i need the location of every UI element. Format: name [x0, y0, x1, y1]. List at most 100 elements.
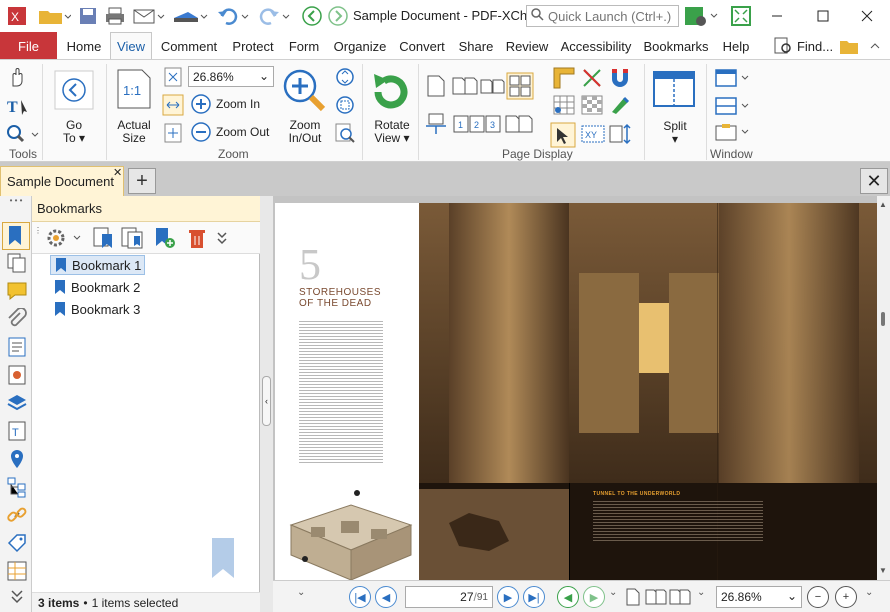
hand-tool-icon[interactable]	[6, 66, 28, 91]
fit-width-icon[interactable]	[162, 94, 184, 119]
loupe-icon[interactable]	[334, 122, 356, 147]
tab-home[interactable]: Home	[62, 32, 106, 60]
document-tab[interactable]: Sample Document	[0, 166, 124, 196]
tab-organize[interactable]: Organize	[332, 32, 388, 60]
go-to-icon[interactable]	[54, 70, 94, 113]
bookmark-item[interactable]: Bookmark 3	[50, 299, 143, 319]
marquee-zoom-icon[interactable]	[334, 94, 356, 119]
tile-windows-icon[interactable]	[714, 96, 752, 119]
split-pages-icon[interactable]	[504, 112, 534, 139]
links-panel-icon[interactable]	[6, 504, 28, 526]
measure-icon[interactable]	[608, 122, 634, 149]
fit-visible-icon[interactable]	[162, 122, 184, 147]
single-page-icon[interactable]	[426, 74, 446, 101]
forward-view-button[interactable]: ▶	[583, 586, 605, 608]
scroll-down-icon[interactable]: ▼	[879, 566, 887, 575]
coordinates-icon[interactable]: XY	[580, 122, 606, 149]
fullscreen-icon[interactable]	[728, 4, 754, 28]
fields-panel-icon[interactable]	[6, 560, 28, 582]
continuous-view-icon[interactable]	[669, 587, 691, 610]
page-numbers-icon[interactable]: 1 2 3	[452, 112, 502, 139]
magnet-icon[interactable]	[608, 66, 634, 93]
zoom-options-icon[interactable]: ⌄	[865, 587, 873, 598]
tab-bookmarks[interactable]: Bookmarks	[640, 32, 712, 60]
layers-panel-icon[interactable]	[6, 392, 28, 414]
minimize-button[interactable]	[754, 0, 800, 32]
thumbnails-panel-icon[interactable]	[6, 252, 28, 274]
back-view-button[interactable]: ◀	[557, 586, 579, 608]
tag-panel-icon[interactable]	[6, 532, 28, 554]
highlight-fields-icon[interactable]	[608, 94, 632, 119]
content-panel-icon[interactable]	[6, 336, 28, 358]
last-page-button[interactable]: ▶|	[523, 586, 545, 608]
more-options-icon[interactable]	[216, 230, 228, 249]
page-number-field[interactable]: 27 / 91	[405, 586, 493, 608]
collapse-panel-icon[interactable]: ‹	[262, 376, 271, 426]
tab-accessibility[interactable]: Accessibility	[558, 32, 634, 60]
multi-page-icon[interactable]	[506, 72, 534, 103]
facing-view-icon[interactable]	[645, 587, 667, 610]
view-options-icon[interactable]: ⌄	[697, 587, 705, 598]
maximize-button[interactable]	[800, 0, 846, 32]
zoom-in-out-button[interactable]: Zoom In/Out	[282, 119, 328, 145]
email-icon[interactable]	[130, 4, 168, 28]
zoom-dynamic-icon[interactable]	[334, 66, 356, 91]
next-page-button[interactable]: ▶	[497, 586, 519, 608]
zoom-tool-icon[interactable]	[6, 124, 40, 147]
split-button[interactable]: Split ▾	[654, 120, 696, 146]
fit-page-icon[interactable]	[162, 66, 184, 91]
save-icon[interactable]	[76, 4, 100, 28]
zoom-out-button[interactable]: Zoom Out	[190, 121, 269, 143]
split-view-icon[interactable]	[652, 70, 696, 113]
zoom-in-button[interactable]: Zoom In	[190, 93, 260, 115]
customize-toolbar-icon[interactable]	[682, 4, 722, 28]
tags-panel-icon[interactable]: T	[6, 420, 28, 442]
close-window-button[interactable]	[844, 0, 890, 32]
bookmark-options-icon[interactable]	[46, 226, 86, 253]
file-tab[interactable]: File	[0, 32, 57, 60]
vertical-scrollbar[interactable]: ▲ ▼	[877, 196, 890, 580]
grid-icon[interactable]	[552, 94, 576, 119]
two-pages-facing-icon[interactable]	[480, 74, 506, 101]
quick-launch-input[interactable]	[548, 8, 673, 24]
close-tab-icon[interactable]: ✕	[113, 166, 122, 179]
new-window-icon[interactable]	[714, 68, 752, 91]
scroll-up-icon[interactable]: ▲	[879, 200, 887, 209]
single-page-view-icon[interactable]	[625, 587, 641, 610]
tab-convert[interactable]: Convert	[396, 32, 448, 60]
add-child-bookmark-icon[interactable]	[120, 226, 146, 253]
forward-icon[interactable]	[326, 4, 350, 28]
structure-panel-icon[interactable]	[6, 476, 28, 498]
zoom-in-out-icon[interactable]	[282, 68, 330, 117]
attachments-panel-icon[interactable]	[6, 307, 28, 330]
print-icon[interactable]	[102, 4, 128, 28]
bookmarks-panel-icon[interactable]	[2, 222, 30, 250]
tab-form[interactable]: Form	[284, 32, 324, 60]
tab-review[interactable]: Review	[502, 32, 552, 60]
collapse-ribbon-icon[interactable]	[864, 32, 886, 60]
rotate-view-button[interactable]: Rotate View ▾	[370, 119, 414, 145]
continuous-icon[interactable]	[424, 112, 450, 139]
previous-page-button[interactable]: ◀	[375, 586, 397, 608]
two-pages-icon[interactable]	[452, 74, 478, 101]
new-bookmark-icon[interactable]	[152, 226, 178, 253]
actual-size-icon[interactable]: 1:1	[116, 68, 152, 113]
snap-icon[interactable]	[580, 66, 604, 93]
workspace-icon[interactable]	[714, 122, 752, 145]
more-tools-icon[interactable]: ⌄	[297, 587, 305, 598]
zoom-out-circle-button[interactable]: −	[807, 586, 829, 608]
go-to-button[interactable]: Go To ▾	[56, 119, 92, 145]
tab-comment[interactable]: Comment	[158, 32, 220, 60]
folder-icon[interactable]	[836, 32, 862, 60]
scan-icon[interactable]	[170, 4, 210, 28]
add-bookmark-icon[interactable]	[92, 226, 118, 253]
open-folder-icon[interactable]	[34, 4, 74, 28]
tab-protect[interactable]: Protect	[228, 32, 278, 60]
zoom-in-circle-button[interactable]: +	[835, 586, 857, 608]
actual-size-button[interactable]: Actual Size	[112, 119, 156, 145]
document-view[interactable]: 5 STOREHOUSES OF THE DEAD TUNNEL TO THE …	[273, 196, 877, 581]
select-text-icon[interactable]: T	[6, 96, 32, 119]
find-button[interactable]: Find...	[772, 32, 834, 60]
more-nav-icon[interactable]: ⌄	[609, 587, 617, 598]
bookmark-item[interactable]: Bookmark 1	[50, 255, 146, 275]
